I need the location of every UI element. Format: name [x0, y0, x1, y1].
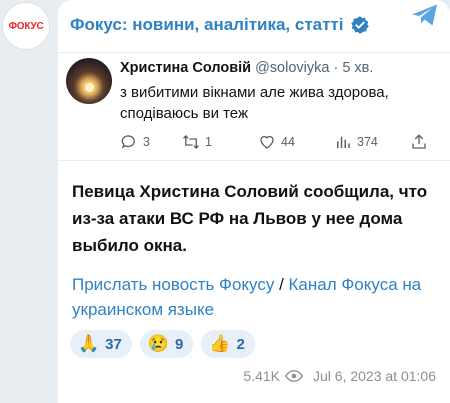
share-action[interactable] — [410, 133, 433, 151]
tweet-author-name[interactable]: Христина Соловій — [120, 60, 251, 76]
post-text: Певица Христина Соловий сообщила, что из… — [72, 182, 428, 255]
crying-face-emoji-icon: 😢 — [147, 334, 170, 353]
message-footer: 5.41K Jul 6, 2023 at 01:06 — [243, 368, 436, 384]
share-icon — [412, 134, 426, 149]
reply-action[interactable]: 3 — [120, 133, 182, 151]
channel-logo-text: ФОКУС — [8, 20, 44, 32]
tweet-actions: 3 1 44 374 — [120, 132, 440, 152]
pray-emoji-icon: 🙏 — [78, 334, 100, 353]
retweet-action[interactable]: 1 — [182, 133, 258, 151]
reaction-thumbs-up[interactable]: 👍 2 — [201, 330, 255, 358]
views-action[interactable]: 374 — [334, 133, 410, 151]
views-count-footer: 5.41K — [243, 368, 280, 384]
retweet-icon — [183, 135, 199, 149]
reply-count: 3 — [143, 135, 150, 149]
reaction-count: 9 — [175, 335, 184, 353]
channel-avatar[interactable]: ФОКУС — [2, 2, 50, 50]
verified-badge-icon — [350, 16, 369, 34]
views-chart-icon — [337, 136, 350, 148]
share-arrow-icon[interactable] — [410, 2, 440, 28]
reaction-cry[interactable]: 😢 9 — [139, 330, 194, 358]
thumbs-up-emoji-icon: 👍 — [209, 334, 231, 353]
link-separator: / — [274, 275, 289, 294]
tweet-text: з вибитими вікнами але жива здорова, спо… — [120, 84, 389, 122]
reaction-count: 2 — [236, 335, 245, 353]
message-card: Фокус: новини, аналітика, статті Христин… — [58, 0, 450, 403]
message-date: Jul 6, 2023 at 01:06 — [313, 368, 436, 384]
send-news-link[interactable]: Прислать новость Фокусу — [72, 275, 274, 294]
post-links: Прислать новость Фокусу / Канал Фокуса н… — [72, 272, 442, 322]
divider — [58, 160, 450, 161]
message-header: Фокус: новини, аналітика, статті — [70, 10, 440, 40]
retweet-count: 1 — [205, 135, 212, 149]
like-count: 44 — [281, 135, 295, 149]
views-count: 374 — [357, 135, 378, 149]
reaction-pray[interactable]: 🙏 37 — [70, 330, 132, 358]
reply-icon — [121, 135, 135, 149]
reactions-bar: 🙏 37 😢 9 👍 2 — [70, 330, 255, 358]
embedded-tweet[interactable]: Христина Соловій @soloviyka · 5 хв. з виб… — [58, 52, 450, 158]
channel-title[interactable]: Фокус: новини, аналітика, статті — [70, 15, 344, 35]
tweet-meta: @soloviyka · 5 хв. — [255, 60, 374, 76]
heart-icon — [260, 135, 274, 149]
eye-icon — [285, 370, 303, 382]
reaction-count: 37 — [105, 335, 122, 353]
like-action[interactable]: 44 — [258, 133, 334, 151]
tweet-avatar[interactable] — [66, 58, 112, 104]
